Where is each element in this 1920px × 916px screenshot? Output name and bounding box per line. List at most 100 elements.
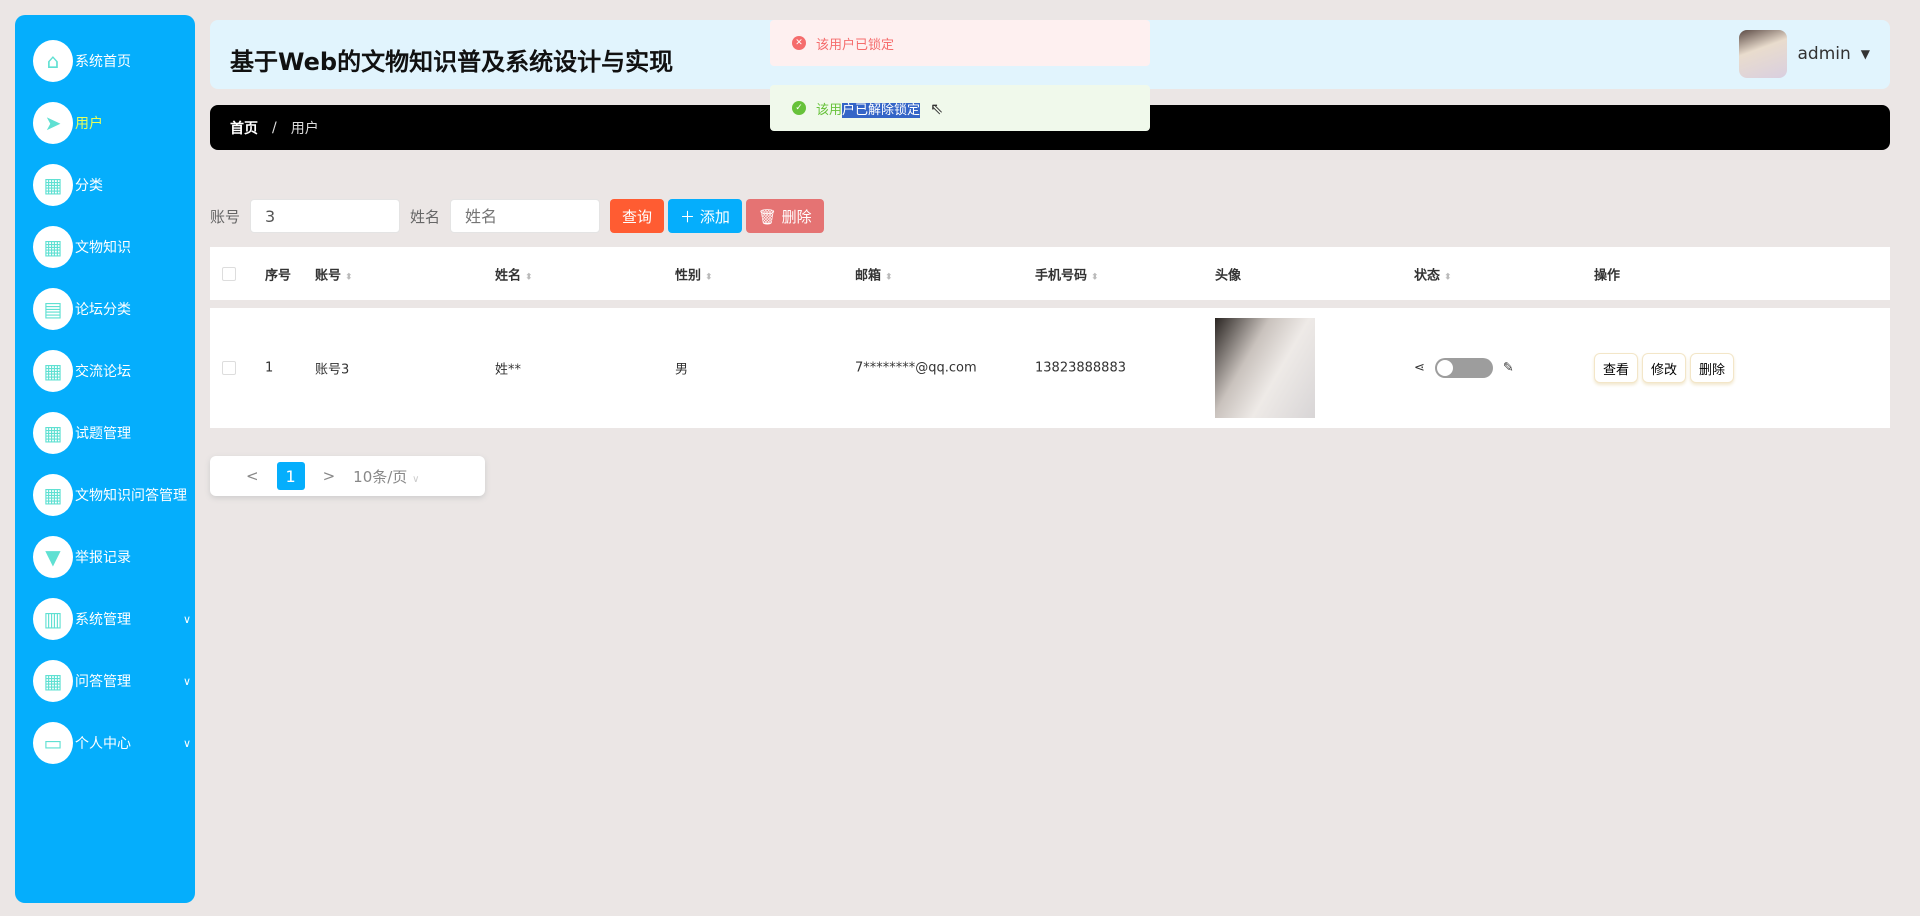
sidebar-item-label: 文物知识 [75,240,131,256]
cell-actions: 查看 修改 删除 [1594,353,1738,383]
sidebar-item[interactable]: ▭ 个人中心 ∨ [33,722,191,764]
cell-account: 账号3 [315,362,350,378]
sidebar-item-label: 交流论坛 [75,364,131,380]
sidebar-item[interactable]: ▦ 分类 [33,164,103,206]
header-email[interactable]: 邮箱 ⬍ [855,264,893,283]
sort-icon[interactable]: ⬍ [345,272,353,282]
table-row: 1 账号3 姓** 男 7********@qq.com 13823888883… [210,308,1890,428]
account-input[interactable] [250,199,401,233]
page-title: 基于Web的文物知识普及系统设计与实现 [230,48,674,76]
cell-name: 姓** [495,362,522,378]
grid-icon: ▦ [33,164,73,206]
header-label: 账号 [315,268,342,283]
edit-button[interactable]: 修改 [1642,353,1687,383]
view-button[interactable]: 查看 [1594,353,1639,383]
page-size-select[interactable]: 10条/页 ∨ [353,466,419,487]
breadcrumb-home[interactable]: 首页 [230,118,258,138]
header-label: 姓名 [495,268,522,283]
sort-icon[interactable]: ⬍ [705,272,713,282]
sidebar-item[interactable]: ➤ 用户 [33,102,103,144]
header-label: 状态 [1414,268,1441,283]
cell-status: ⋖ ✎ [1414,358,1514,378]
error-message: 该用户已锁定 [816,37,895,53]
sidebar-item[interactable]: ⌂ 系统首页 [33,40,131,82]
row-delete-button[interactable]: 删除 [1690,353,1735,383]
user-menu[interactable]: admin ▼ [1739,30,1870,78]
sidebar: ⌂ 系统首页 ➤ 用户 ▦ 分类 ▦ 文物知识 ▤ 论坛分类 ▦ 交流论坛 ▦ 试题管理 ▦ 文物知识问答管理… [15,15,195,903]
avatar [1739,30,1788,78]
header-account[interactable]: 账号 ⬍ [315,264,353,283]
grid-icon: ▦ [33,412,73,454]
user-photo[interactable] [1215,318,1315,418]
breadcrumb-current: 用户 [290,120,319,137]
share-icon: ⋖ [1414,360,1425,376]
header-name[interactable]: 姓名 ⬍ [495,264,533,283]
success-icon: ✓ [792,101,806,115]
sidebar-item[interactable]: ▤ 论坛分类 [33,288,131,330]
header-index: 序号 [265,268,292,283]
query-button[interactable]: 查询 [610,199,665,233]
sidebar-item[interactable]: ▦ 问答管理 ∨ [33,660,191,702]
add-button[interactable]: ＋ 添加 [668,199,742,233]
chevron-down-icon: ∨ [183,674,192,688]
selected-text: 户已解除锁定 [842,102,921,118]
sidebar-item-label: 用户 [75,116,103,132]
success-toast: ✓ 该用户已解除锁定 ⇖ [770,85,1150,131]
sidebar-item-label: 试题管理 [75,426,131,442]
sort-icon[interactable]: ⬍ [525,272,533,282]
sidebar-item-label: 个人中心 [75,736,131,752]
send-icon: ➤ [33,102,73,144]
sidebar-item[interactable]: ▦ 试题管理 [33,412,131,454]
delete-button[interactable]: 🗑 删除 [745,199,824,233]
header-status[interactable]: 状态 ⬍ [1414,264,1452,283]
home-icon: ⌂ [33,40,73,82]
sidebar-item[interactable]: ▦ 文物知识 [33,226,131,268]
book-icon: ▥ [33,598,73,640]
name-input[interactable] [450,199,601,233]
grid-icon: ▦ [33,474,73,516]
chevron-down-icon: ∨ [183,612,192,626]
cell-email: 7********@qq.com [855,360,977,376]
header-actions: 操作 [1594,268,1621,283]
success-message: 该用户已解除锁定 [816,99,921,118]
sort-icon[interactable]: ⬍ [1091,272,1099,282]
sidebar-item-label: 系统管理 [75,612,131,628]
edit-icon: ✎ [1502,360,1514,376]
sidebar-item-label: 举报记录 [75,550,131,566]
sidebar-item[interactable]: ▥ 系统管理 ∨ [33,598,191,640]
header-gender[interactable]: 性别 ⬍ [675,264,713,283]
sidebar-item-label: 系统首页 [75,54,131,70]
cell-gender: 男 [675,362,689,378]
pagination: < 1 > 10条/页 ∨ [210,456,485,496]
breadcrumb-separator: / [272,119,277,136]
name-label: 姓名 [410,207,441,226]
sidebar-item[interactable]: ▦ 文物知识问答管理 [33,474,187,516]
cursor-icon: ⇖ [930,98,944,118]
table-header: 序号 账号 ⬍ 姓名 ⬍ 性别 ⬍ 邮箱 ⬍ 手机号码 ⬍ 头像 状态 ⬍ 操作 [210,247,1890,300]
lock-toggle[interactable] [1434,358,1493,378]
select-all-checkbox[interactable] [222,266,236,281]
apps-icon: ▦ [33,350,73,392]
next-page-button[interactable]: > [323,467,336,485]
row-checkbox[interactable] [222,361,236,375]
username: admin [1797,44,1851,64]
sidebar-item[interactable]: ▼ 举报记录 [33,536,131,578]
add-label: 添加 [699,207,730,226]
header-label: 邮箱 [855,268,882,283]
chevron-down-icon: ∨ [183,736,192,750]
chevron-down-icon: ∨ [412,473,420,485]
header-phone[interactable]: 手机号码 ⬍ [1035,264,1099,283]
error-toast: ✕ 该用户已锁定 [770,20,1150,66]
header-label: 手机号码 [1035,268,1088,283]
sort-icon[interactable]: ⬍ [885,272,893,282]
sort-icon[interactable]: ⬍ [1444,272,1452,282]
sidebar-item-label: 论坛分类 [75,302,131,318]
users-table: 序号 账号 ⬍ 姓名 ⬍ 性别 ⬍ 邮箱 ⬍ 手机号码 ⬍ 头像 状态 ⬍ 操作 1 账号3… [210,247,1890,428]
cell-phone: 13823888883 [1035,360,1126,376]
page-1[interactable]: 1 [276,462,305,490]
sidebar-item[interactable]: ▦ 交流论坛 [33,350,131,392]
sidebar-item-label: 问答管理 [75,674,131,690]
prev-page-button[interactable]: < [246,467,259,485]
cell-index: 1 [265,360,274,376]
delete-label: 删除 [781,207,812,226]
